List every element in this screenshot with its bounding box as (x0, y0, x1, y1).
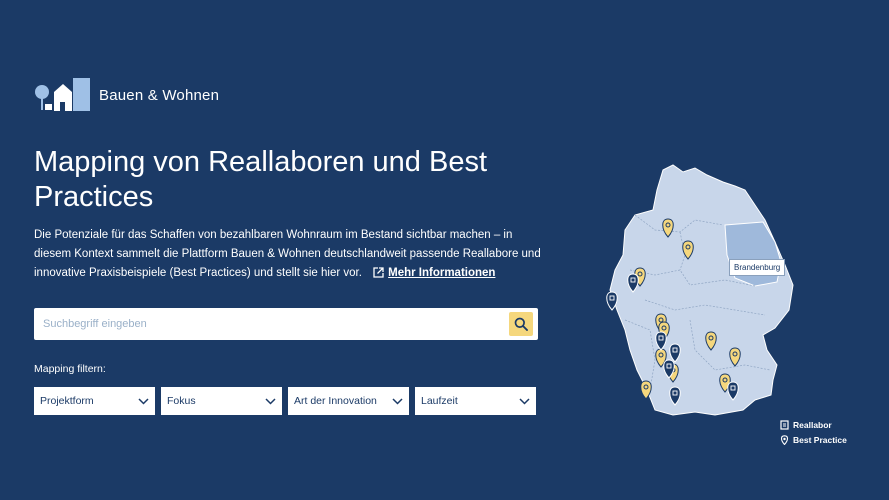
houses-logo-icon (35, 78, 90, 111)
brandenburg-tooltip: Brandenburg (729, 259, 786, 276)
chevron-down-icon (392, 397, 403, 405)
external-link-icon (373, 267, 384, 279)
legend-label: Best Practice (793, 435, 847, 445)
legend-label: Reallabor (793, 420, 832, 430)
brand-name: Bauen & Wohnen (99, 86, 220, 104)
search-button[interactable] (509, 312, 533, 336)
filter-label: Fokus (167, 395, 196, 407)
search-bar (34, 308, 538, 340)
search-icon (514, 317, 528, 331)
brand-logo[interactable]: Bauen & Wohnen (34, 78, 219, 112)
filter-projektform[interactable]: Projektform (34, 387, 155, 415)
filter-label: Art der Innovation (294, 395, 377, 407)
germany-map[interactable] (595, 160, 810, 422)
filter-laufzeit[interactable]: Laufzeit (415, 387, 536, 415)
search-input[interactable] (34, 308, 494, 340)
page-title: Mapping von Reallaboren und Best Practic… (34, 146, 488, 213)
filter-fokus[interactable]: Fokus (161, 387, 282, 415)
legend-best-practice: Best Practice (780, 435, 847, 445)
chevron-down-icon (519, 397, 530, 405)
more-info-label: Mehr Informationen (388, 267, 496, 280)
chevron-down-icon (265, 397, 276, 405)
filter-art-der-innovation[interactable]: Art der Innovation (288, 387, 409, 415)
filter-heading: Mapping filtern: (34, 363, 106, 375)
best-practice-icon (780, 435, 789, 445)
filter-bar: Projektform Fokus Art der Innovation Lau… (34, 387, 542, 415)
legend-reallabor: Reallabor (780, 420, 847, 430)
chevron-down-icon (138, 397, 149, 405)
filter-label: Laufzeit (421, 395, 458, 407)
intro-text: Die Potenziale für das Schaffen von beza… (34, 226, 544, 284)
filter-label: Projektform (40, 395, 94, 407)
germany-outline (609, 164, 794, 416)
reallabor-icon (780, 420, 789, 430)
more-info-link[interactable]: Mehr Informationen (373, 267, 495, 279)
map-legend: Reallabor Best Practice (780, 420, 847, 450)
